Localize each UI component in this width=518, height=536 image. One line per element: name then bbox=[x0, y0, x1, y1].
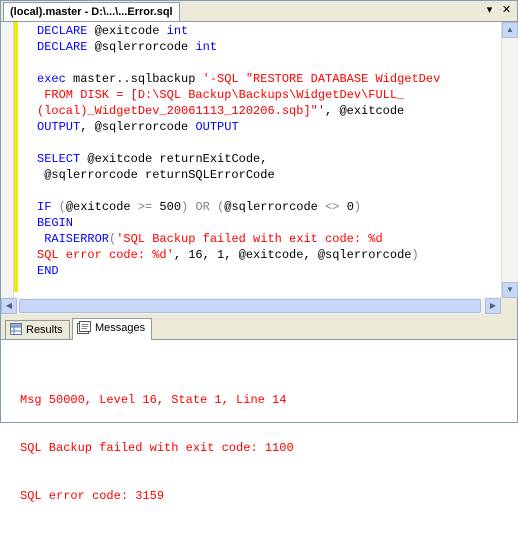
code-token: int bbox=[195, 40, 218, 54]
code-token: @exitcode returnExitCode, bbox=[87, 152, 268, 166]
message-line: SQL Backup failed with exit code: 1100 bbox=[20, 441, 294, 455]
code-token: SELECT bbox=[37, 152, 88, 166]
code-token: '-SQL "RESTORE DATABASE WidgetDev bbox=[202, 72, 441, 86]
scroll-right-icon[interactable]: ▶ bbox=[485, 298, 501, 314]
horizontal-scrollbar[interactable]: ◀ ▶ bbox=[1, 298, 501, 314]
code-token: @exitcode bbox=[94, 24, 167, 38]
code-token: SQL error code: %d' bbox=[37, 248, 174, 262]
code-token: ) bbox=[411, 248, 419, 262]
code-token: IF bbox=[37, 200, 59, 214]
message-line: SQL error code: 3159 bbox=[20, 489, 165, 503]
code-line: END bbox=[37, 263, 497, 279]
code-editor[interactable]: DECLARE @exitcode int DECLARE @sqlerrorco… bbox=[1, 22, 517, 298]
code-line: SQL error code: %d', 16, 1, @exitcode, @… bbox=[37, 247, 497, 263]
tab-messages[interactable]: Messages bbox=[72, 318, 153, 340]
horizontal-scroll-thumb[interactable] bbox=[19, 299, 481, 313]
scroll-up-icon[interactable]: ▲ bbox=[502, 22, 518, 38]
messages-pane[interactable]: Msg 50000, Level 16, State 1, Line 14 SQ… bbox=[1, 340, 517, 503]
code-token: END bbox=[37, 264, 59, 278]
code-token: BEGIN bbox=[37, 216, 74, 230]
code-line: DECLARE @sqlerrorcode int bbox=[37, 39, 497, 55]
horizontal-scrollbar-row: ◀ ▶ bbox=[1, 298, 517, 314]
code-token: OUTPUT bbox=[37, 120, 81, 134]
sql-code[interactable]: DECLARE @exitcode int DECLARE @sqlerrorco… bbox=[37, 23, 497, 298]
code-line: (local)_WidgetDev_20061113_120206.sqb]"'… bbox=[37, 103, 497, 119]
code-token: DECLARE bbox=[37, 24, 95, 38]
tab-results[interactable]: Results bbox=[5, 320, 70, 339]
code-token: ) bbox=[353, 200, 362, 214]
code-token: @exitcode bbox=[65, 200, 138, 214]
code-line: BEGIN bbox=[37, 215, 497, 231]
code-token: @sqlerrorcode bbox=[224, 200, 326, 214]
code-token: ( bbox=[58, 200, 66, 214]
tab-messages-label: Messages bbox=[95, 322, 146, 334]
code-token: @sqlerrorcode returnSQLErrorCode bbox=[37, 168, 275, 182]
code-line: FROM DISK = [D:\SQL Backup\Backups\Widge… bbox=[37, 87, 497, 103]
message-list: Msg 50000, Level 16, State 1, Line 14 SQ… bbox=[20, 360, 294, 536]
code-token: DECLARE bbox=[37, 40, 95, 54]
code-token: , @sqlerrorcode bbox=[80, 120, 196, 134]
code-token: , @exitcode bbox=[325, 104, 405, 118]
scroll-down-icon[interactable]: ▼ bbox=[502, 282, 518, 298]
query-window: (local).master - D:\...\...Error.sql ▾ ✕… bbox=[0, 0, 518, 503]
code-line: @sqlerrorcode returnSQLErrorCode bbox=[37, 167, 497, 183]
code-token: exec bbox=[37, 72, 74, 86]
code-token: FROM DISK = [D:\SQL Backup\Backups\Widge… bbox=[37, 88, 405, 102]
scroll-left-icon[interactable]: ◀ bbox=[1, 298, 17, 314]
code-token: 0 bbox=[339, 200, 354, 214]
code-token: @sqlerrorcode bbox=[94, 40, 196, 54]
vertical-scrollbar[interactable]: ▲ ▼ bbox=[501, 22, 518, 298]
code-token: >= bbox=[137, 200, 153, 214]
tab-dropdown-icon[interactable]: ▾ bbox=[483, 4, 496, 17]
code-token: (local)_WidgetDev_20061113_120206.sqb]"' bbox=[37, 104, 326, 118]
code-token: OR bbox=[195, 200, 210, 214]
code-line: OUTPUT, @sqlerrorcode OUTPUT bbox=[37, 119, 497, 135]
code-line: exec master..sqlbackup '-SQL "RESTORE DA… bbox=[37, 71, 497, 87]
message-line: Msg 50000, Level 16, State 1, Line 14 bbox=[20, 393, 287, 407]
code-token: 500 bbox=[152, 200, 182, 214]
grid-icon bbox=[10, 323, 22, 336]
tab-results-label: Results bbox=[26, 324, 63, 336]
document-tab[interactable]: (local).master - D:\...\...Error.sql bbox=[3, 2, 180, 21]
close-icon[interactable]: ✕ bbox=[500, 4, 513, 17]
code-line: RAISERROR('SQL Backup failed with exit c… bbox=[37, 231, 497, 247]
modified-lines-marker bbox=[14, 22, 18, 292]
code-token: master..sqlbackup bbox=[73, 72, 203, 86]
code-token: <> bbox=[325, 200, 340, 214]
code-line: SELECT @exitcode returnExitCode, bbox=[37, 151, 497, 167]
messages-icon bbox=[77, 320, 91, 334]
code-token: RAISERROR bbox=[37, 232, 110, 246]
code-line: DECLARE @exitcode int bbox=[37, 23, 497, 39]
code-token: , 16, 1, @exitcode, @sqlerrorcode bbox=[173, 248, 412, 262]
document-tab-strip: (local).master - D:\...\...Error.sql ▾ ✕ bbox=[1, 1, 517, 22]
results-tab-strip: Results Messages bbox=[1, 317, 517, 340]
editor-gutter bbox=[1, 22, 14, 298]
code-token: OUTPUT bbox=[195, 120, 239, 134]
code-token: int bbox=[166, 24, 189, 38]
code-token: 'SQL Backup failed with exit code: %d bbox=[116, 232, 383, 246]
code-line: IF (@exitcode >= 500) OR (@sqlerrorcode … bbox=[37, 199, 497, 215]
